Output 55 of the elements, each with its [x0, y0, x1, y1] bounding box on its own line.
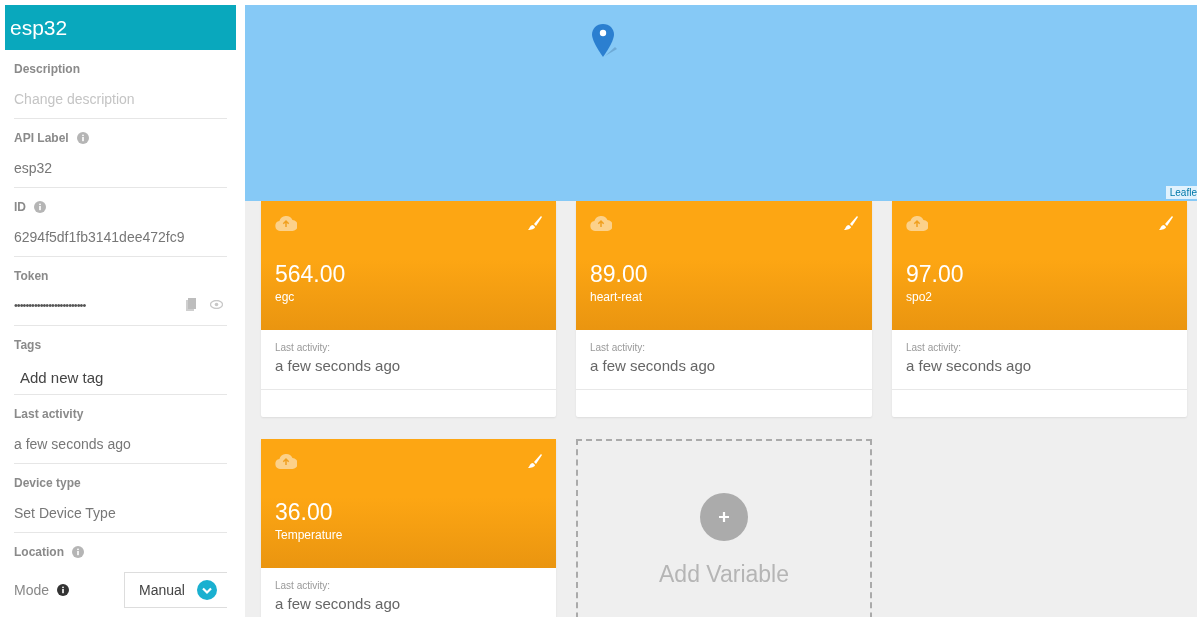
activity-label: Last activity:: [275, 342, 332, 353]
tag-field[interactable]: Add new tag: [20, 369, 104, 386]
brush-icon[interactable]: [844, 215, 858, 231]
field-label: ID: [14, 200, 26, 214]
mode-dropdown[interactable]: Manual: [124, 572, 227, 608]
activity-time: a few seconds ago: [275, 595, 402, 612]
add-variable-label: Add Variable: [659, 561, 789, 588]
mode-label: Mode: [14, 582, 50, 598]
activity-label: Last activity:: [906, 342, 963, 353]
field-label: Tags: [14, 338, 42, 352]
field-label: Description: [14, 62, 80, 76]
activity-label: Last activity:: [590, 342, 647, 353]
field-value: Set Device Type: [14, 505, 116, 521]
variable-name: spo2: [906, 290, 934, 304]
device-title: esp32: [5, 5, 236, 50]
map-pin-icon[interactable]: [591, 23, 617, 59]
map-attribution[interactable]: Leafle: [1165, 186, 1197, 199]
variable-value: 36.00: [275, 499, 334, 525]
cloud-upload-icon: [275, 453, 297, 469]
eye-icon[interactable]: [210, 300, 223, 309]
info-icon: [57, 584, 70, 596]
activity-time: a few seconds ago: [590, 357, 717, 374]
field-value: esp32: [14, 160, 53, 176]
field-label: API Label: [14, 131, 69, 145]
copy-icon[interactable]: [186, 298, 196, 311]
brush-icon[interactable]: [528, 215, 542, 231]
field-label: Device type: [14, 476, 81, 490]
field-label: Last activity: [14, 407, 84, 421]
variable-value: 564.00: [275, 261, 347, 287]
activity-time: a few seconds ago: [906, 357, 1033, 374]
variable-name: Temperature: [275, 528, 344, 542]
field-label: Token: [14, 269, 49, 283]
brush-icon[interactable]: [528, 453, 542, 469]
variable-name: egc: [275, 290, 296, 304]
add-button[interactable]: [700, 493, 748, 541]
token-value: •••••••••••••••••••••••••: [14, 298, 87, 311]
field-value: 6294f5df1fb3141dee472fc9: [14, 229, 185, 245]
chevron-down-icon: [196, 580, 217, 600]
field-value: a few seconds ago: [14, 436, 131, 452]
variable-card[interactable]: 97.00 spo2 Last activity: a few seconds ago: [892, 201, 1187, 417]
cloud-upload-icon: [590, 215, 612, 231]
cloud-upload-icon: [275, 215, 297, 231]
variable-card[interactable]: 564.00 egc Last activity: a few seconds ago: [261, 201, 556, 417]
plus-icon: [719, 512, 729, 522]
variable-name: heart-reat: [590, 290, 644, 304]
variable-value: 89.00: [590, 261, 649, 287]
map-area[interactable]: Leafle: [245, 5, 1197, 201]
activity-time: a few seconds ago: [275, 357, 402, 374]
brush-icon[interactable]: [1159, 215, 1173, 231]
variable-card[interactable]: 89.00 heart-reat Last activity: a few seconds ago: [576, 201, 872, 417]
variable-value: 97.00: [906, 261, 965, 287]
cloud-upload-icon: [906, 215, 928, 231]
field-label: Location: [14, 545, 64, 559]
variable-card[interactable]: 36.00 Temperature Last activity: a few seconds ago: [261, 439, 556, 617]
activity-label: Last activity:: [275, 580, 332, 591]
